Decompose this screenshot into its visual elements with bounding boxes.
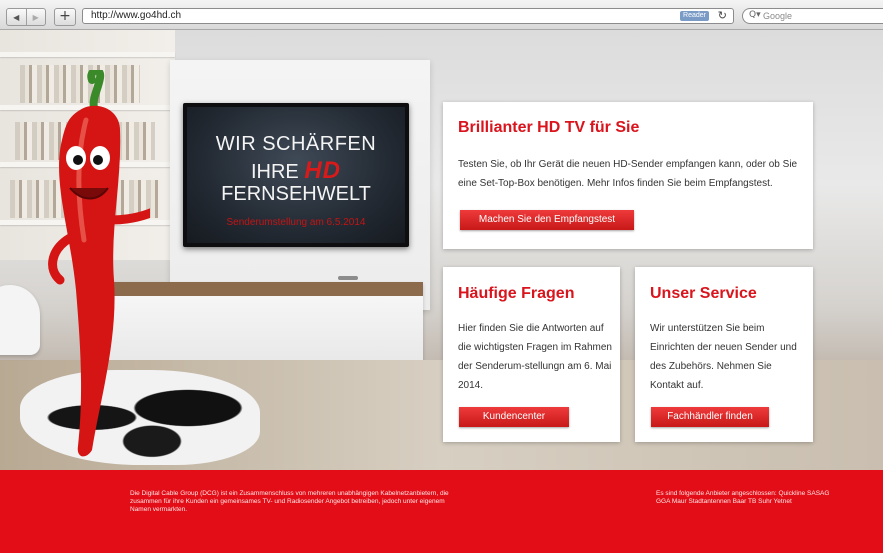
footer: Die Digital Cable Group (DCG) ist ein Zu… <box>0 470 883 553</box>
empfangstest-button[interactable]: Machen Sie den Empfangstest <box>460 210 634 230</box>
forward-arrow-icon[interactable]: ▶ <box>25 9 46 25</box>
chili-pepper-mascot-icon <box>48 70 150 457</box>
tv-date-caption: Senderumstellung am 6.5.2014 <box>226 217 366 228</box>
reload-icon[interactable]: ↻ <box>718 9 727 22</box>
browser-toolbar: ◀ ▶ + http://www.go4hd.ch Reader ↻ Q▾ Go… <box>0 0 883 30</box>
tv-display: WIR SCHÄRFEN IHRE HD FERNSEHWELT Senderu… <box>183 103 409 247</box>
search-field[interactable]: Q▾ Google <box>742 8 883 24</box>
card-title: Unser Service <box>650 285 757 302</box>
tv-headline-line1: WIR SCHÄRFEN <box>215 133 377 155</box>
url-text[interactable]: http://www.go4hd.ch <box>91 10 181 21</box>
footer-providers-text: Es sind folgende Anbieter angeschlossen:… <box>656 490 830 505</box>
search-icon[interactable]: Q▾ <box>749 10 761 20</box>
card-text: Wir unterstützen Sie beim Einrichten der… <box>650 323 797 391</box>
tv-headline-line3: FERNSEHWELT <box>221 183 371 205</box>
address-bar[interactable]: http://www.go4hd.ch Reader ↻ <box>82 8 734 24</box>
card-title: Brillianter HD TV für Sie <box>458 119 640 136</box>
card-text: Hier finden Sie die Antworten auf die wi… <box>458 323 612 391</box>
service-card: Unser Service Wir unterstützen Sie beim … <box>635 267 813 442</box>
reader-button[interactable]: Reader <box>680 11 709 21</box>
search-placeholder: Google <box>763 11 793 21</box>
hd-logo-text: HD <box>304 157 342 184</box>
footer-about-text: Die Digital Cable Group (DCG) ist ein Zu… <box>130 490 449 513</box>
card-title: Häufige Fragen <box>458 285 575 302</box>
hd-tv-card: Brillianter HD TV für Sie Testen Sie, ob… <box>443 102 813 249</box>
sideboard-illustration <box>105 282 423 368</box>
nav-buttons: ◀ ▶ <box>6 8 46 26</box>
add-bookmark-button[interactable]: + <box>54 8 76 26</box>
tv-screen: WIR SCHÄRFEN IHRE HD FERNSEHWELT Senderu… <box>187 107 405 243</box>
faq-card: Häufige Fragen Hier finden Sie die Antwo… <box>443 267 620 442</box>
card-text: Testen Sie, ob Ihr Gerät die neuen HD-Se… <box>458 159 798 189</box>
hero-scene: WIR SCHÄRFEN IHRE HD FERNSEHWELT Senderu… <box>0 30 883 470</box>
fachhaendler-button[interactable]: Fachhändler finden <box>651 407 769 427</box>
kundencenter-button[interactable]: Kundencenter <box>459 407 569 427</box>
chair-illustration <box>0 285 40 355</box>
tv-headline-prefix: IHRE <box>250 161 299 183</box>
back-arrow-icon[interactable]: ◀ <box>7 9 26 25</box>
tv-stand <box>338 276 358 280</box>
tv-headline-line2: IHRE HD <box>187 157 405 185</box>
